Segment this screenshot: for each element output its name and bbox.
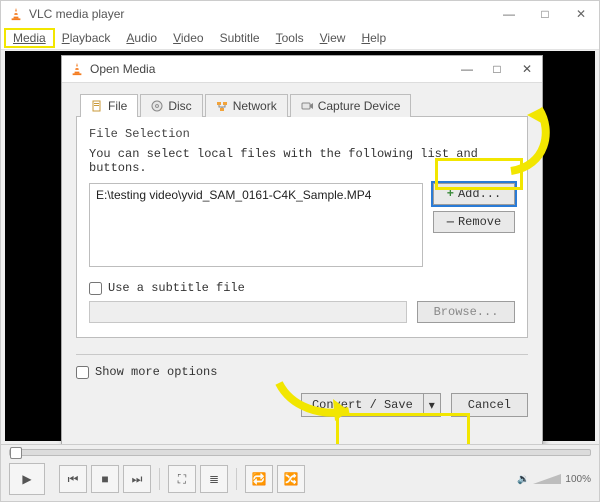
file-panel: File Selection You can select local file… [76, 116, 528, 338]
play-button[interactable]: ▶ [9, 463, 45, 495]
menu-playback[interactable]: Playback [54, 29, 119, 47]
volume-control[interactable]: 🔉 100% [517, 474, 591, 485]
tab-disc-label: Disc [168, 99, 191, 113]
dialog-close-button[interactable]: ✕ [512, 56, 542, 82]
menu-help[interactable]: Help [353, 29, 394, 47]
maximize-button[interactable]: □ [527, 1, 563, 27]
seek-bar[interactable] [1, 445, 599, 459]
menu-tools[interactable]: Tools [268, 29, 312, 47]
dialog-action-row: Convert / Save ▾ Cancel [76, 393, 528, 417]
vlc-main-window: VLC media player — □ ✕ Media Playback Au… [0, 0, 600, 502]
dialog-titlebar: Open Media — □ ✕ [62, 56, 542, 83]
dialog-title: Open Media [90, 62, 452, 76]
file-icon [91, 100, 103, 112]
show-more-input[interactable] [76, 366, 89, 379]
stop-button[interactable]: ■ [91, 465, 119, 493]
capture-icon [301, 100, 313, 112]
tab-capture-label: Capture Device [318, 99, 401, 113]
main-window-controls: — □ ✕ [491, 1, 599, 27]
menu-view[interactable]: View [312, 29, 354, 47]
separator [236, 468, 237, 490]
tab-capture[interactable]: Capture Device [290, 94, 412, 117]
vlc-cone-icon [70, 62, 84, 76]
file-selection-row: E:\testing video\yvid_SAM_0161-C4K_Sampl… [89, 183, 515, 267]
dialog-minimize-button[interactable]: — [452, 56, 482, 82]
main-window-title: VLC media player [29, 7, 491, 21]
menu-video[interactable]: Video [165, 29, 211, 47]
fullscreen-button[interactable]: ⛶ [168, 465, 196, 493]
convert-save-dropdown[interactable]: ▾ [423, 393, 441, 417]
menu-subtitle[interactable]: Subtitle [212, 29, 268, 47]
tab-network-label: Network [233, 99, 277, 113]
player-controls: ▶ ⏮ ■ ⏭ ⛶ ≣ 🔁 🔀 🔉 100% [1, 444, 599, 501]
divider [76, 354, 528, 355]
prev-button[interactable]: ⏮ [59, 465, 87, 493]
remove-button[interactable]: — Remove [433, 211, 515, 233]
convert-save-button[interactable]: Convert / Save ▾ [301, 393, 441, 417]
tab-disc[interactable]: Disc [140, 94, 202, 117]
open-media-dialog: Open Media — □ ✕ File Disc Network [61, 55, 543, 449]
file-list-entry[interactable]: E:\testing video\yvid_SAM_0161-C4K_Sampl… [96, 188, 416, 202]
tab-network[interactable]: Network [205, 94, 288, 117]
network-icon [216, 100, 228, 112]
plus-icon: + [447, 187, 454, 201]
browse-button[interactable]: Browse... [417, 301, 515, 323]
menubar: Media Playback Audio Video Subtitle Tool… [1, 27, 599, 50]
main-titlebar: VLC media player — □ ✕ [1, 1, 599, 27]
loop-button[interactable]: 🔁 [245, 465, 273, 493]
seek-thumb[interactable] [10, 447, 22, 459]
use-subtitle-input[interactable] [89, 282, 102, 295]
speaker-icon: 🔉 [517, 474, 529, 485]
control-buttons: ▶ ⏮ ■ ⏭ ⛶ ≣ 🔁 🔀 🔉 100% [1, 459, 599, 499]
separator [159, 468, 160, 490]
tab-file[interactable]: File [80, 94, 138, 117]
vlc-cone-icon [9, 7, 23, 21]
minimize-button[interactable]: — [491, 1, 527, 27]
dialog-body: File Disc Network Capture Device File Se… [62, 83, 542, 449]
chevron-down-icon: ▾ [429, 398, 435, 412]
volume-slider[interactable] [533, 474, 561, 484]
file-selection-hint: You can select local files with the foll… [89, 147, 515, 175]
shuffle-button[interactable]: 🔀 [277, 465, 305, 493]
volume-percent: 100% [565, 474, 591, 485]
file-buttons: + Add... — Remove [433, 183, 515, 267]
use-subtitle-checkbox[interactable]: Use a subtitle file [89, 281, 515, 295]
remove-button-label: Remove [458, 215, 501, 229]
use-subtitle-label: Use a subtitle file [108, 281, 245, 295]
seek-track[interactable] [9, 449, 591, 456]
cancel-button[interactable]: Cancel [451, 393, 528, 417]
tab-strip: File Disc Network Capture Device [80, 93, 528, 116]
file-selection-label: File Selection [89, 127, 515, 141]
disc-icon [151, 100, 163, 112]
menu-media[interactable]: Media [5, 29, 54, 47]
close-button[interactable]: ✕ [563, 1, 599, 27]
show-more-label: Show more options [95, 365, 217, 379]
file-list[interactable]: E:\testing video\yvid_SAM_0161-C4K_Sampl… [89, 183, 423, 267]
add-button[interactable]: + Add... [433, 183, 515, 205]
extended-settings-button[interactable]: ≣ [200, 465, 228, 493]
convert-save-label: Convert / Save [301, 393, 423, 417]
dialog-footer: Show more options [76, 365, 528, 379]
tab-file-label: File [108, 99, 127, 113]
add-button-label: Add... [458, 187, 501, 201]
subtitle-path-box [89, 301, 407, 323]
next-button[interactable]: ⏭ [123, 465, 151, 493]
menu-audio[interactable]: Audio [118, 29, 165, 47]
show-more-checkbox[interactable]: Show more options [76, 365, 217, 379]
dialog-maximize-button[interactable]: □ [482, 56, 512, 82]
minus-icon: — [447, 215, 454, 229]
subtitle-row: Browse... [89, 301, 515, 323]
